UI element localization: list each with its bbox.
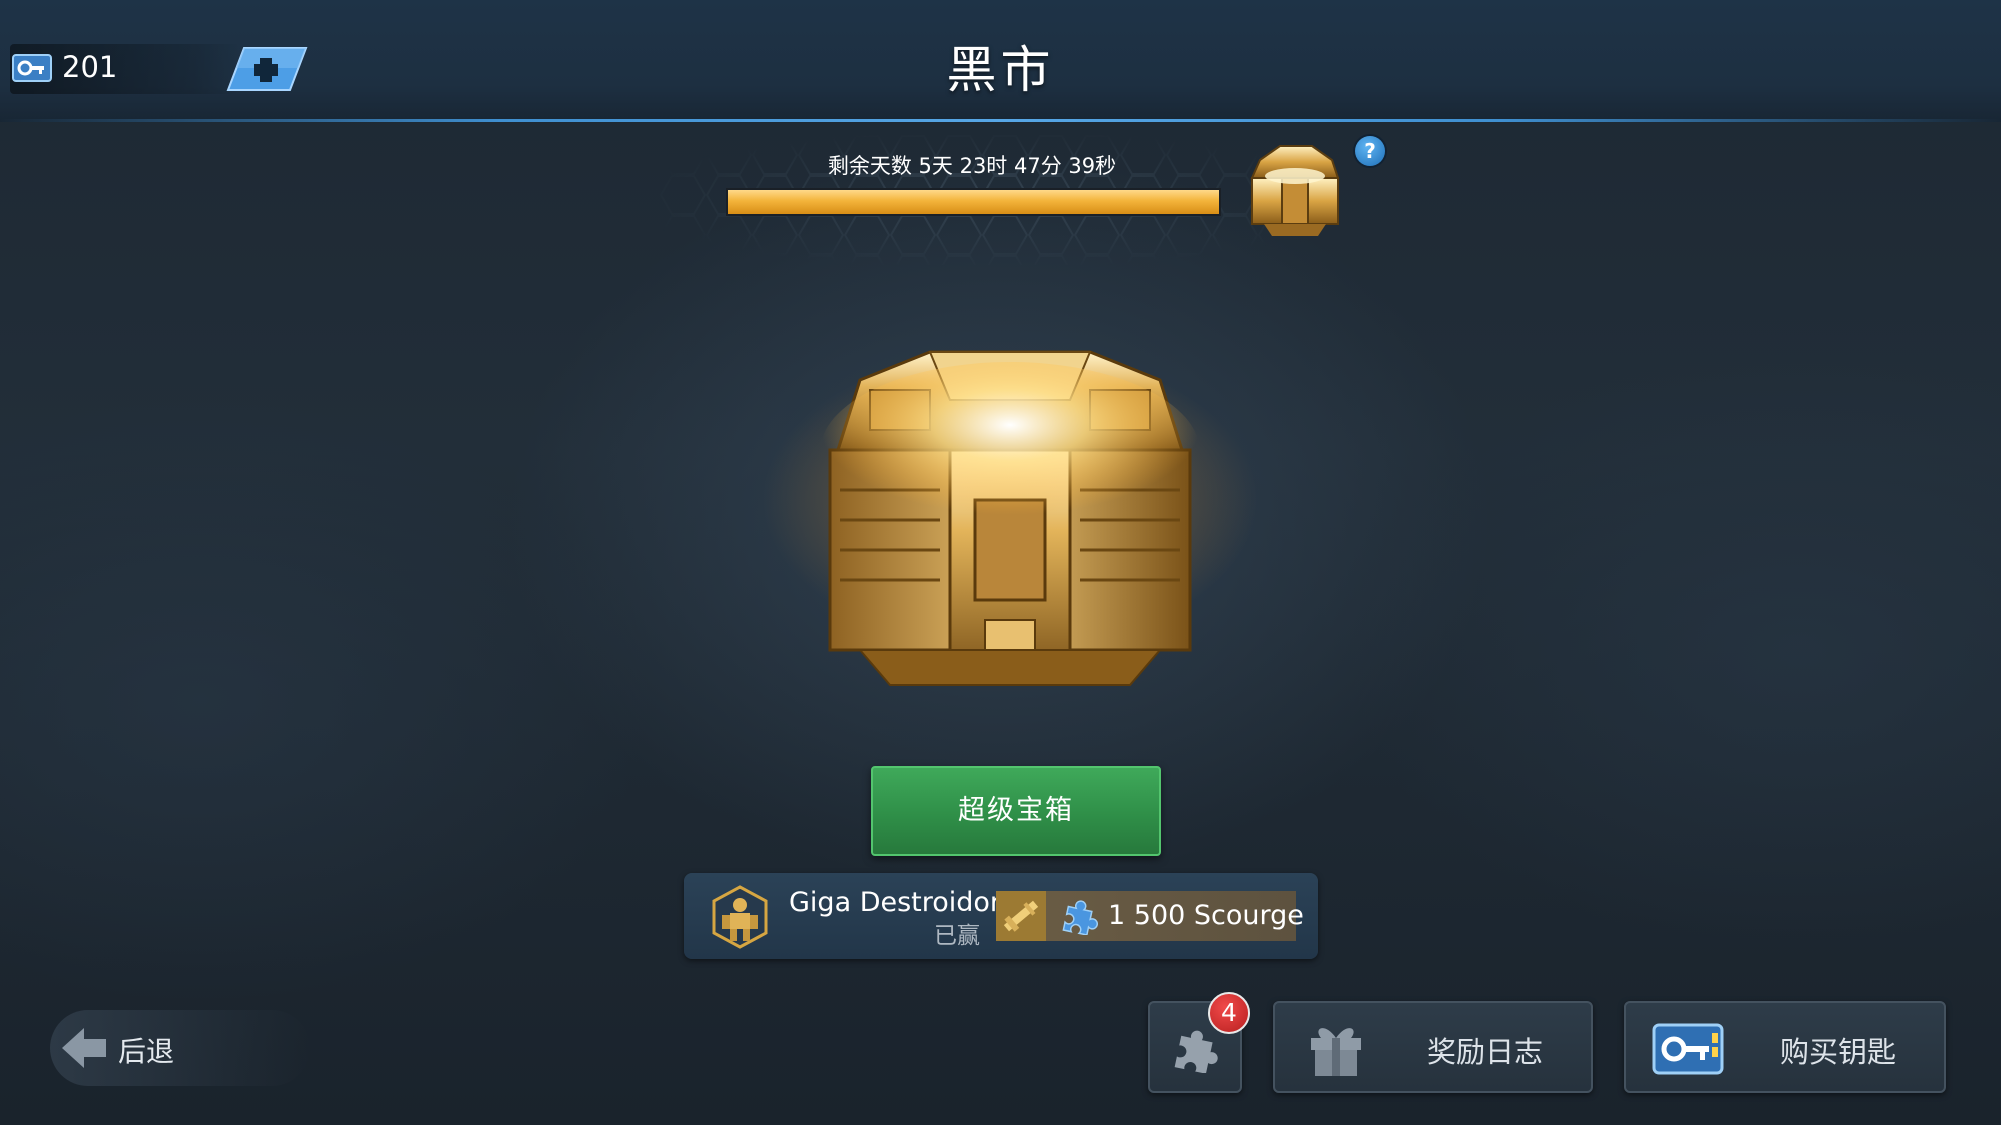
winner-name: Giga Destroidor	[789, 887, 1002, 918]
help-button[interactable]: ?	[1355, 136, 1385, 166]
reward-chip: 1 500 Scourge	[996, 891, 1304, 941]
weapon-icon	[996, 891, 1046, 941]
page-title: 黑市	[946, 41, 1055, 99]
robot-avatar-icon	[712, 885, 768, 949]
time-progress-bar	[726, 188, 1221, 216]
key-card-icon	[1652, 1023, 1724, 1075]
back-button[interactable]: 后退	[50, 1010, 310, 1086]
buy-keys-button[interactable]: 购买钥匙	[1624, 1001, 1946, 1093]
notification-badge: 4	[1208, 992, 1250, 1034]
time-progress-fill	[728, 190, 1219, 214]
back-arrow-icon	[62, 1028, 106, 1068]
winner-status: 已赢	[934, 923, 980, 949]
buy-keys-label: 购买钥匙	[1780, 1035, 1897, 1069]
time-remaining-label: 剩余天数 5天 23时 47分 39秒	[827, 154, 1117, 178]
open-super-chest-button[interactable]: 超级宝箱	[871, 766, 1161, 856]
top-bar: 201 黑市	[0, 0, 2001, 122]
black-market-screen: 201 黑市 剩余天数 5天 23时 47分 39秒 ? 超级宝箱 Giga D…	[0, 0, 2001, 1125]
mini-chest-icon	[1250, 145, 1340, 236]
rewards-log-label: 奖励日志	[1427, 1035, 1544, 1069]
reward-label: 1 500 Scourge	[1108, 900, 1304, 931]
puzzle-piece-icon	[1174, 1030, 1218, 1073]
header-divider	[0, 119, 2001, 122]
rewards-log-button[interactable]: 奖励日志	[1273, 1001, 1593, 1093]
last-winner-banner: Giga Destroidor 已赢 1 500 Scourge	[684, 873, 1318, 959]
super-chest-image[interactable]	[800, 340, 1220, 710]
gift-icon	[1311, 1028, 1361, 1076]
back-label: 后退	[118, 1035, 175, 1068]
puzzle-piece-icon	[1062, 900, 1098, 935]
